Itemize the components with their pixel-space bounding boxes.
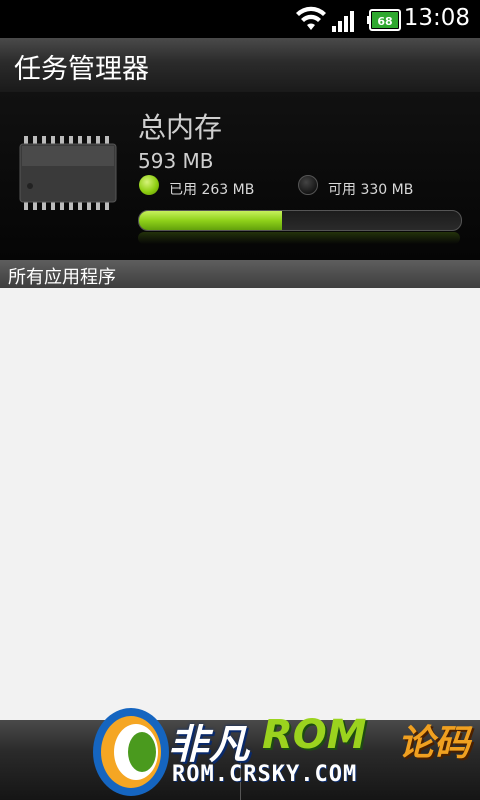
watermark-brand-part3: 论码 [398, 723, 471, 764]
used-legend-dot-icon [139, 175, 159, 195]
section-header: 所有应用程序 [0, 260, 480, 288]
battery-icon: 68 [367, 9, 401, 31]
watermark-logo-icon [93, 708, 169, 796]
memory-usage-bar [138, 210, 462, 231]
memory-title: 总内存 [138, 111, 223, 144]
status-bar: 68 13:08 [0, 0, 480, 38]
free-memory-label: 可用 330 MB [328, 182, 414, 198]
watermark-brand-part2: ROM [262, 712, 367, 758]
app-list[interactable] [0, 288, 480, 720]
memory-total: 593 MB [138, 149, 214, 173]
signal-icon [332, 11, 354, 32]
clock: 13:08 [403, 5, 470, 31]
watermark-domain: ROM.CRSKY.COM [172, 762, 358, 787]
memory-chip-icon [19, 136, 117, 210]
used-memory-label: 已用 263 MB [169, 182, 255, 198]
memory-usage-fill [139, 211, 282, 230]
battery-level-text: 68 [377, 15, 392, 28]
memory-bar-reflection [138, 232, 460, 244]
page-title: 任务管理器 [14, 54, 149, 85]
section-header-label: 所有应用程序 [8, 267, 116, 288]
title-bar: 任务管理器 [0, 38, 480, 93]
free-legend-dot-icon [298, 175, 318, 195]
wifi-icon [296, 6, 326, 30]
memory-panel: 总内存 593 MB 已用 263 MB 可用 330 MB [0, 92, 480, 260]
watermark: 非凡 ROM 论码 ROM.CRSKY.COM [80, 700, 480, 800]
